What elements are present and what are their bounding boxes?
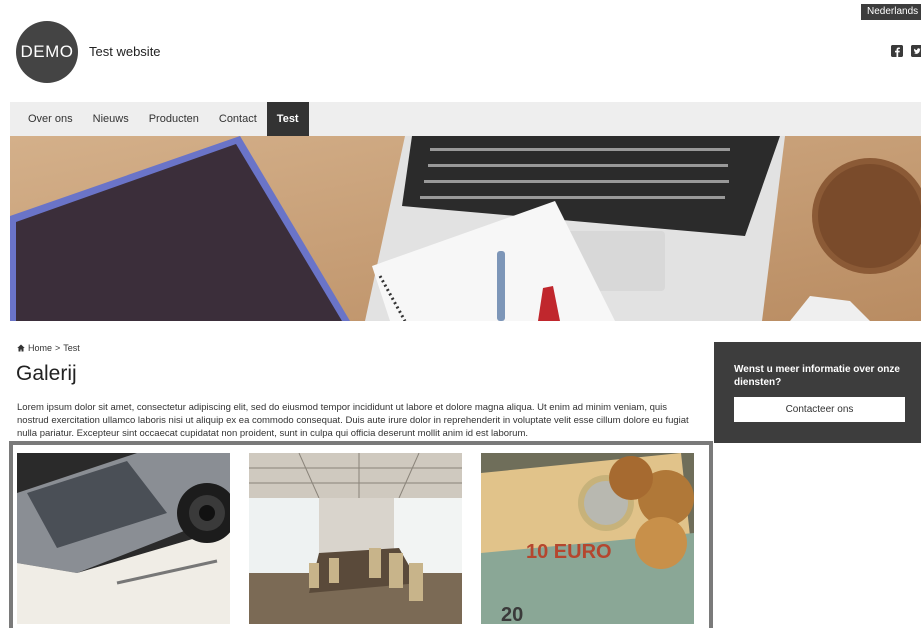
breadcrumb-separator: > (55, 343, 61, 353)
svg-text:10 EURO: 10 EURO (526, 541, 612, 563)
contact-button[interactable]: Contacteer ons (734, 397, 905, 422)
gallery-image-conference-room[interactable] (249, 453, 462, 624)
site-logo[interactable]: DEMO (16, 21, 78, 83)
contact-cta-panel: Wenst u meer informatie over onze dienst… (714, 342, 921, 443)
main-nav: Over ons Nieuws Producten Contact Test (10, 102, 921, 136)
gallery-image-money[interactable]: 10 EURO 20 (481, 453, 694, 624)
nav-item-test[interactable]: Test (266, 102, 309, 136)
breadcrumb-home[interactable]: Home (28, 343, 52, 353)
nav-item-contact[interactable]: Contact (209, 102, 267, 136)
gallery: 10 EURO 20 (9, 441, 713, 628)
home-icon (17, 344, 25, 352)
breadcrumb: Home > Test (17, 343, 80, 353)
svg-text:20: 20 (501, 604, 523, 624)
facebook-icon[interactable] (891, 45, 903, 57)
intro-text: Lorem ipsum dolor sit amet, consectetur … (17, 402, 689, 439)
page-title: Galerij (16, 362, 77, 385)
language-selector[interactable]: Nederlands (861, 4, 921, 20)
site-title: Test website (89, 44, 161, 59)
breadcrumb-current: Test (63, 343, 80, 353)
cta-text: Wenst u meer informatie over onze dienst… (734, 364, 900, 388)
twitter-icon[interactable] (911, 45, 921, 57)
nav-item-producten[interactable]: Producten (139, 102, 209, 136)
nav-item-over-ons[interactable]: Over ons (18, 102, 83, 136)
gallery-image-laptop[interactable] (17, 453, 230, 624)
hero-image (10, 136, 921, 321)
nav-item-nieuws[interactable]: Nieuws (83, 102, 139, 136)
